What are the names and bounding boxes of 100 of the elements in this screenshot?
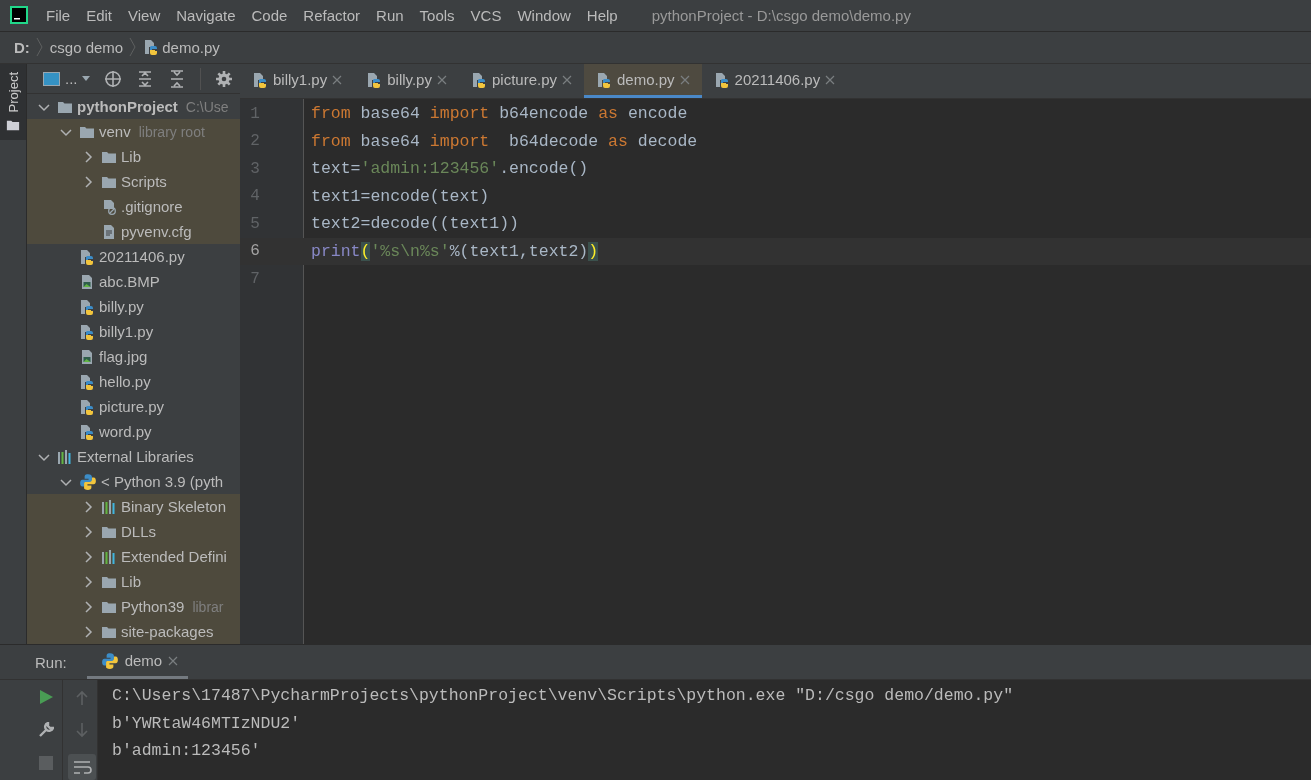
window-icon bbox=[43, 70, 61, 87]
chevron-right-icon[interactable] bbox=[82, 600, 94, 613]
code-line: text1=encode(text) bbox=[311, 186, 490, 206]
menu-item[interactable]: VCS bbox=[462, 2, 510, 28]
ignored-file-icon bbox=[101, 198, 117, 215]
menu-item[interactable]: View bbox=[120, 2, 169, 28]
image-file-icon bbox=[79, 348, 95, 365]
python-file-icon bbox=[143, 39, 160, 56]
tree-item[interactable]: picture.py bbox=[27, 394, 240, 419]
menu-item[interactable]: Run bbox=[368, 2, 412, 28]
tree-item[interactable]: abc.BMP bbox=[27, 269, 240, 294]
menu-item[interactable]: Help bbox=[578, 2, 626, 28]
code-line: print('%s\n%s'%(text1,text2)) bbox=[311, 241, 599, 261]
run-label: Run: bbox=[35, 653, 67, 671]
breadcrumb-item[interactable]: demo.py bbox=[143, 38, 220, 56]
editor-tab[interactable]: picture.py bbox=[458, 64, 584, 98]
python-file-icon bbox=[366, 71, 383, 88]
python-file-icon bbox=[252, 71, 268, 88]
python-file-icon bbox=[470, 71, 487, 88]
editor-tab[interactable]: billy1.py bbox=[240, 64, 355, 98]
editor-tab[interactable]: 20211406.py bbox=[701, 64, 848, 98]
menu-item[interactable]: Navigate bbox=[168, 2, 244, 28]
tree-item[interactable]: flag.jpg bbox=[27, 344, 240, 369]
app-logo-icon bbox=[10, 6, 28, 25]
tree-item[interactable]: billy.py bbox=[27, 294, 240, 319]
tree-item[interactable]: pythonProject C:\Use bbox=[27, 94, 240, 119]
python-file-icon bbox=[79, 323, 95, 340]
tree-item[interactable]: Scripts bbox=[27, 169, 240, 194]
menu-item[interactable]: Window bbox=[509, 2, 579, 28]
tree-item[interactable]: DLLs bbox=[27, 519, 240, 544]
tree-item[interactable]: Python39 librar bbox=[27, 594, 240, 619]
tree-item[interactable]: hello.py bbox=[27, 369, 240, 394]
editor-tab[interactable]: demo.py bbox=[584, 64, 702, 98]
code-line: text2=decode((text1)) bbox=[311, 214, 519, 234]
menu-item[interactable]: Tools bbox=[411, 2, 463, 28]
close-icon[interactable] bbox=[825, 74, 836, 85]
console-output-line: b'YWRtaW46MTIzNDU2' bbox=[112, 712, 302, 735]
library-icon bbox=[101, 498, 117, 515]
chevron-right-icon bbox=[35, 37, 44, 58]
play-icon[interactable] bbox=[39, 690, 53, 704]
folder-icon bbox=[6, 118, 20, 133]
soft-wrap-icon[interactable] bbox=[68, 754, 96, 780]
library-icon bbox=[101, 548, 117, 565]
tree-item[interactable]: pyvenv.cfg bbox=[27, 219, 240, 244]
line-number: 6 bbox=[249, 242, 261, 261]
python-file-icon bbox=[596, 71, 612, 88]
settings-icon[interactable] bbox=[214, 69, 233, 88]
tree-item[interactable]: site-packages bbox=[27, 619, 240, 644]
python-logo-icon bbox=[79, 472, 97, 491]
tree-item[interactable]: Binary Skeleton bbox=[27, 494, 240, 519]
chevron-right-icon[interactable] bbox=[82, 550, 94, 563]
close-icon[interactable] bbox=[436, 74, 447, 85]
menu-item[interactable]: Refactor bbox=[295, 2, 369, 28]
python-file-icon bbox=[713, 71, 730, 88]
console-output-line: b'admin:123456' bbox=[112, 740, 262, 762]
chevron-right-icon[interactable] bbox=[82, 150, 94, 163]
code-line: from base64 import b64decode as decode bbox=[311, 131, 698, 151]
locate-icon[interactable] bbox=[103, 69, 122, 88]
caret-icon bbox=[81, 75, 90, 82]
close-icon[interactable] bbox=[679, 74, 690, 85]
python-file-icon bbox=[79, 423, 95, 440]
window-title: pythonProject - D:\csgo demo\demo.py bbox=[651, 6, 911, 24]
tree-item[interactable]: Lib bbox=[27, 569, 240, 594]
python-file-icon bbox=[79, 248, 95, 265]
tree-item[interactable]: External Libraries bbox=[27, 444, 240, 469]
tree-item[interactable]: venv library root bbox=[27, 119, 240, 144]
console-output-line: C:\Users\17487\PycharmProjects\pythonProject\venv\Scripts\python.exe "D:/csgo demo/demo.py" bbox=[112, 685, 1015, 707]
tree-item[interactable]: 20211406.py bbox=[27, 244, 240, 269]
editor-tab[interactable]: billy.py bbox=[354, 64, 459, 98]
menu-item[interactable]: File bbox=[38, 2, 79, 28]
chevron-right-icon[interactable] bbox=[82, 525, 94, 538]
menu-item[interactable]: Edit bbox=[78, 2, 121, 28]
menu-item[interactable]: Code bbox=[243, 2, 296, 28]
python-logo-icon bbox=[100, 651, 119, 670]
close-icon[interactable] bbox=[332, 74, 343, 85]
close-icon[interactable] bbox=[168, 655, 179, 666]
chevron-right-icon[interactable] bbox=[82, 575, 94, 588]
python-file-icon bbox=[79, 373, 95, 390]
wrench-icon[interactable] bbox=[38, 722, 54, 738]
project-tool-tab[interactable]: Project bbox=[0, 64, 26, 141]
tree-item[interactable]: word.py bbox=[27, 419, 240, 444]
chevron-right-icon[interactable] bbox=[82, 175, 94, 188]
tree-item[interactable]: billy1.py bbox=[27, 319, 240, 344]
code-line: from base64 import b64encode as encode bbox=[311, 104, 688, 124]
python-file-icon bbox=[79, 298, 95, 315]
code-line: text='admin:123456'.encode() bbox=[311, 159, 589, 179]
tree-item[interactable]: .gitignore bbox=[27, 194, 240, 219]
image-file-icon bbox=[79, 273, 95, 290]
tree-item[interactable]: Extended Defini bbox=[27, 544, 240, 569]
tree-item[interactable]: Lib bbox=[27, 144, 240, 169]
view-selector[interactable]: ... bbox=[43, 70, 90, 87]
tree-item[interactable]: < Python 3.9 (pyth bbox=[27, 469, 240, 494]
breadcrumb-item[interactable]: D: bbox=[14, 38, 30, 56]
library-icon bbox=[57, 448, 73, 465]
chevron-right-icon[interactable] bbox=[82, 625, 94, 638]
close-icon[interactable] bbox=[562, 74, 572, 85]
chevron-right-icon bbox=[129, 37, 138, 58]
chevron-right-icon[interactable] bbox=[82, 500, 94, 513]
breadcrumb-item[interactable]: csgo demo bbox=[49, 38, 124, 56]
text-file-icon bbox=[101, 223, 117, 240]
